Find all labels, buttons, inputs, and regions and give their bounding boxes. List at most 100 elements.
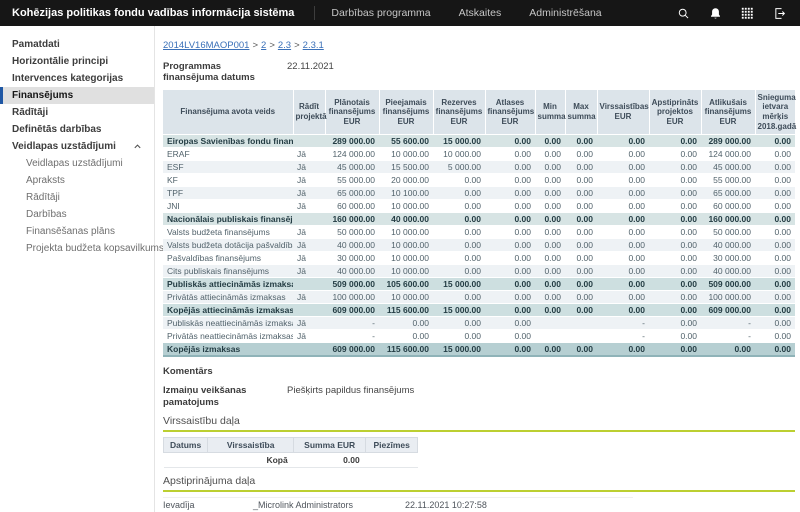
row-value: 20 000.00 xyxy=(379,174,433,187)
row-value: 0.00 xyxy=(485,278,535,291)
table-row: Kopējās attiecināmās izmaksas609 000.001… xyxy=(163,304,795,317)
row-value: 10 000.00 xyxy=(379,148,433,161)
column-header: Summa EUR xyxy=(294,437,366,452)
row-value: 0.00 xyxy=(485,265,535,278)
sidebar-item[interactable]: Finansējums xyxy=(0,87,154,104)
nav-item-2[interactable]: Administrēšana xyxy=(529,7,601,19)
row-value: 0.00 xyxy=(701,343,755,357)
row-value: 0.00 xyxy=(485,200,535,213)
row-value: 0.00 xyxy=(649,317,701,330)
row-value: 0.00 xyxy=(755,187,795,200)
row-value: - xyxy=(597,317,649,330)
row-value: 0.00 xyxy=(535,278,565,291)
justification-value: Piešķirts papildus finansējums xyxy=(287,385,414,408)
row-value: 0.00 xyxy=(565,239,597,252)
row-value: 50 000.00 xyxy=(325,226,379,239)
search-icon[interactable] xyxy=(677,7,690,20)
row-value: 0.00 xyxy=(755,330,795,343)
virssaistibas-divider xyxy=(163,430,795,432)
notifications-icon[interactable] xyxy=(709,7,722,20)
app-switcher-icon[interactable] xyxy=(741,7,754,20)
row-value: 0.00 xyxy=(433,200,485,213)
breadcrumb-link[interactable]: 2.3 xyxy=(278,40,291,51)
virssaistibas-total-empty-date xyxy=(164,452,208,467)
sidebar-item[interactable]: Definētās darbības xyxy=(0,121,154,138)
column-header: Max summa xyxy=(565,90,597,135)
row-name: Privātās neattiecināmās izmaksas xyxy=(163,330,293,343)
row-value: 0.00 xyxy=(565,200,597,213)
chevron-up-icon xyxy=(133,142,142,151)
row-value: 0.00 xyxy=(535,174,565,187)
sidebar-subitem[interactable]: Rādītāji xyxy=(0,189,154,206)
column-header: Snieguma ietvara mērķis 2018.gadā xyxy=(755,90,795,135)
row-value: 0.00 xyxy=(649,174,701,187)
sidebar-item[interactable]: Pamatdati xyxy=(0,36,154,53)
row-value: 115 600.00 xyxy=(379,343,433,357)
row-value: 0.00 xyxy=(535,187,565,200)
justification-row: Izmaiņu veikšanas pamatojums Piešķirts p… xyxy=(163,385,795,408)
row-value: 0.00 xyxy=(485,226,535,239)
table-row: Publiskās neattiecināmās izmaksasJā-0.00… xyxy=(163,317,795,330)
row-value: 0.00 xyxy=(565,252,597,265)
logout-icon[interactable] xyxy=(773,7,786,20)
row-value: 0.00 xyxy=(649,278,701,291)
virssaistibas-table: DatumsVirssaistībaSumma EURPiezīmes Kopā… xyxy=(163,437,418,468)
row-value: 0.00 xyxy=(485,291,535,304)
table-row: Privātās attiecināmās izmaksasJā100 000.… xyxy=(163,291,795,304)
approval-row-label: Ievadīja xyxy=(163,500,253,510)
row-value: 0.00 xyxy=(649,135,701,148)
sidebar-item[interactable]: Rādītāji xyxy=(0,104,154,121)
sidebar-subitem[interactable]: Apraksts xyxy=(0,172,154,189)
breadcrumb-link[interactable]: 2.3.1 xyxy=(303,40,324,51)
nav-item-0[interactable]: Darbības programma xyxy=(331,7,430,19)
row-value: 0.00 xyxy=(597,226,649,239)
sidebar-item[interactable]: Horizontālie principi xyxy=(0,53,154,70)
breadcrumb-link[interactable]: 2014LV16MAOP001 xyxy=(163,40,249,51)
row-name: Cits publiskais finansējums xyxy=(163,265,293,278)
table-row: Cits publiskais finansējumsJā40 000.0010… xyxy=(163,265,795,278)
row-show-in-project: Jā xyxy=(293,148,325,161)
row-value: 0.00 xyxy=(565,174,597,187)
approval-row: Ievadīja_Microlink Administrators22.11.2… xyxy=(163,498,633,512)
sidebar-subitem[interactable]: Projekta budžeta kopsavilkums xyxy=(0,240,154,257)
row-value: 0.00 xyxy=(433,330,485,343)
row-value: 15 000.00 xyxy=(433,304,485,317)
sidebar-item[interactable]: Intervences kategorijas xyxy=(0,70,154,87)
row-value: 0.00 xyxy=(755,135,795,148)
table-row: Nacionālais publiskais finansējums160 00… xyxy=(163,213,795,226)
column-header: Apstiprināts projektos EUR xyxy=(649,90,701,135)
row-value: 0.00 xyxy=(485,187,535,200)
row-value: 509 000.00 xyxy=(701,278,755,291)
row-name: ERAF xyxy=(163,148,293,161)
sidebar-subitem[interactable]: Finansēšanas plāns xyxy=(0,223,154,240)
sidebar-item-label: Rādītāji xyxy=(12,104,48,121)
row-value: 0.00 xyxy=(485,135,535,148)
row-value: - xyxy=(325,317,379,330)
row-value: 0.00 xyxy=(535,304,565,317)
row-value: 0.00 xyxy=(649,291,701,304)
row-value: 124 000.00 xyxy=(701,148,755,161)
row-name: Nacionālais publiskais finansējums xyxy=(163,213,293,226)
approval-row-timestamp: 22.11.2021 10:27:58 xyxy=(405,500,525,510)
row-value: 10 000.00 xyxy=(379,200,433,213)
row-value: 0.00 xyxy=(755,317,795,330)
nav-item-1[interactable]: Atskaites xyxy=(459,7,502,19)
row-value: 0.00 xyxy=(485,148,535,161)
row-value: 0.00 xyxy=(433,187,485,200)
breadcrumb-link[interactable]: 2 xyxy=(261,40,266,51)
table-row: Kopējās izmaksas609 000.00115 600.0015 0… xyxy=(163,343,795,357)
row-value xyxy=(535,317,565,330)
row-name: Eiropas Savienības fondu finansējums xyxy=(163,135,293,148)
column-header: Atlases finansējums EUR xyxy=(485,90,535,135)
row-value: 5 000.00 xyxy=(433,161,485,174)
row-value: 0.00 xyxy=(649,226,701,239)
sidebar-subitem[interactable]: Darbības xyxy=(0,206,154,223)
sidebar-item[interactable]: Veidlapas uzstādījumi xyxy=(0,138,154,155)
row-value: 0.00 xyxy=(485,252,535,265)
row-value: 0.00 xyxy=(565,265,597,278)
column-header: Virssaistības EUR xyxy=(597,90,649,135)
row-value: 40 000.00 xyxy=(701,265,755,278)
row-name: KF xyxy=(163,174,293,187)
row-value: 15 000.00 xyxy=(433,343,485,357)
sidebar-subitem[interactable]: Veidlapas uzstādījumi xyxy=(0,155,154,172)
